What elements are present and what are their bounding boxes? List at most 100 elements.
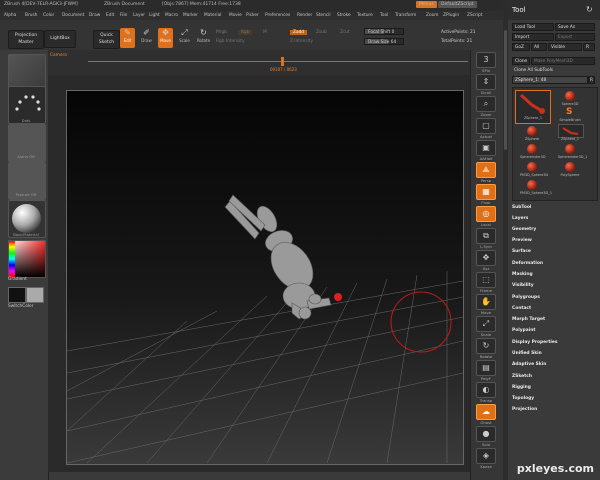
rotate-button[interactable]: ↻ Rotate — [196, 28, 211, 48]
menu-item-alpha[interactable]: Alpha — [4, 13, 16, 18]
menu-item-transform[interactable]: Transform — [395, 13, 416, 18]
shelf-button-rotate[interactable]: ↻ Rotate — [474, 338, 498, 360]
shelf-button-lsym[interactable]: ⧉ L.Sym — [474, 228, 498, 250]
timeline[interactable]: Camera 00107 / 0623 — [48, 50, 470, 75]
shelf-button-frame[interactable]: ⬚ Frame — [474, 272, 498, 294]
tool-item-zsphere-1-large[interactable]: ZSphere_1 — [515, 90, 551, 124]
menu-item-stencil[interactable]: Stencil — [316, 13, 331, 18]
section-subtool[interactable]: SubTool — [512, 205, 531, 210]
menu-item-movie[interactable]: Movie — [229, 13, 242, 18]
section-contact[interactable]: Contact — [512, 306, 531, 311]
timeline-marker[interactable] — [281, 57, 284, 66]
shelf-button-aahalf[interactable]: ▣ AAHalf — [474, 140, 498, 162]
section-surface[interactable]: Surface — [512, 249, 531, 254]
menu-item-material[interactable]: Material — [204, 13, 221, 18]
load-tool-button[interactable]: Load Tool — [512, 23, 554, 31]
m-toggle[interactable]: M — [263, 30, 267, 35]
shelf-button-xyz[interactable]: ✥ Xyz — [474, 250, 498, 272]
menu-item-zscript[interactable]: ZScript — [467, 13, 482, 18]
zadd-toggle[interactable]: Zadd — [290, 30, 308, 35]
menu-item-texture[interactable]: Texture — [357, 13, 373, 18]
refresh-icon[interactable]: ↻ — [586, 5, 593, 14]
menu-item-zoom[interactable]: Zoom — [426, 13, 438, 18]
tool-item-pm3d-sphere3d-1[interactable] — [527, 180, 537, 190]
mrgb-toggle[interactable]: Mrgb — [216, 30, 227, 35]
menu-item-edit[interactable]: Edit — [106, 13, 114, 18]
clone-button[interactable]: Clone — [512, 57, 530, 65]
move-button[interactable]: ✥ Move — [158, 28, 173, 48]
timeline-track[interactable] — [88, 61, 468, 62]
r-button[interactable]: R — [583, 43, 595, 51]
zsub-toggle[interactable]: Zsub — [316, 30, 327, 35]
tool-item-pm3d-sphere3d[interactable] — [527, 162, 537, 172]
rgb-intensity-slider[interactable]: Rgb Intensity — [216, 39, 245, 44]
main-color-swatch[interactable] — [8, 287, 26, 303]
shelf-button-xpose[interactable]: ◈ Xpose — [474, 448, 498, 470]
shelf-button-solo[interactable]: ● Solo — [474, 426, 498, 448]
menu-item-stroke[interactable]: Stroke — [337, 13, 351, 18]
tool-item-zsphere-1-small[interactable] — [558, 124, 584, 138]
shelf-button-transp[interactable]: ◐ Transp — [474, 382, 498, 404]
quick-sketch-button[interactable]: Quick Sketch — [93, 30, 120, 49]
import-button[interactable]: Import — [512, 33, 554, 41]
all-button[interactable]: All — [531, 43, 547, 51]
menu-item-zplugin[interactable]: ZPlugin — [443, 13, 459, 18]
menu-item-document[interactable]: Document — [62, 13, 84, 18]
clone-all-subtools-button[interactable]: Clone All SubTools — [512, 67, 595, 75]
menu-item-render[interactable]: Render — [297, 13, 312, 18]
section-rigging[interactable]: Rigging — [512, 385, 531, 390]
gradient-label[interactable]: Gradient — [8, 277, 27, 282]
shelf-button-move[interactable]: ✋ Move — [474, 294, 498, 316]
section-layers[interactable]: Layers — [512, 216, 528, 221]
section-unified-skin[interactable]: Unified Skin — [512, 351, 542, 356]
focal-shift-slider[interactable]: Focal Shift 0 — [364, 28, 404, 35]
tool-r-button[interactable]: R — [588, 76, 595, 84]
menu-item-light[interactable]: Light — [149, 13, 160, 18]
menu-item-macro[interactable]: Macro — [165, 13, 178, 18]
shelf-button-ghost[interactable]: ☁ Ghost — [474, 404, 498, 426]
goz-button[interactable]: GoZ — [512, 43, 530, 51]
menu-item-tool[interactable]: Tool — [380, 13, 388, 18]
tool-item-sphereinder3d-1[interactable] — [565, 144, 575, 154]
section-zsketch[interactable]: ZSketch — [512, 374, 532, 379]
visible-button[interactable]: Visible — [548, 43, 582, 51]
section-polygroups[interactable]: Polygroups — [512, 295, 540, 300]
section-projection[interactable]: Projection — [512, 407, 537, 412]
export-button[interactable]: Export — [555, 33, 595, 41]
section-masking[interactable]: Masking — [512, 272, 533, 277]
switch-color-button[interactable]: SwitchColor — [8, 304, 33, 309]
tool-item-sphereinder3d[interactable] — [527, 144, 537, 154]
shelf-button-floor[interactable]: ▦ Floor — [474, 184, 498, 206]
edit-button[interactable]: ✎ Edit — [120, 28, 135, 48]
menu-item-preferences[interactable]: Preferences — [265, 13, 290, 18]
projection-master-button[interactable]: Projection Master — [8, 30, 44, 49]
section-polypaint[interactable]: Polypaint — [512, 328, 535, 333]
current-tool-slider[interactable]: ZSphere_1: 48 — [512, 76, 588, 84]
menu-item-marker[interactable]: Marker — [183, 13, 198, 18]
shelf-button-zoom[interactable]: ⌕ Zoom — [474, 96, 498, 118]
menu-item-picker[interactable]: Picker — [246, 13, 259, 18]
menu-item-color[interactable]: Color — [43, 13, 54, 18]
shelf-button-scale[interactable]: ⤢ Scale — [474, 316, 498, 338]
simplebrush-icon[interactable]: S — [566, 107, 572, 117]
shelf-button-actual[interactable]: ▢ Actual — [474, 118, 498, 140]
scale-button[interactable]: ⤢ Scale — [177, 28, 192, 48]
save-as-button[interactable]: Save As — [555, 23, 595, 31]
lightbox-button[interactable]: LightBox — [44, 30, 76, 48]
menus-button[interactable]: Menus — [416, 1, 437, 8]
menu-item-draw[interactable]: Draw — [89, 13, 100, 18]
menu-item-layer[interactable]: Layer — [133, 13, 145, 18]
z-intensity-slider[interactable]: Z Intensity — [290, 39, 313, 44]
document-canvas[interactable] — [66, 90, 464, 465]
tool-item-polysphere[interactable] — [565, 162, 575, 172]
section-deformation[interactable]: Deformation — [512, 261, 543, 266]
make-polymesh-button[interactable]: Make PolyMesh3D — [531, 57, 595, 65]
shelf-button-spix[interactable]: 3 SPix — [474, 52, 498, 74]
tool-item-sphere3d[interactable] — [565, 91, 575, 101]
section-adaptive-skin[interactable]: Adaptive Skin — [512, 362, 546, 367]
shelf-button-local[interactable]: ◎ Local — [474, 206, 498, 228]
shelf-button-persp[interactable]: ⟁ Persp — [474, 162, 498, 184]
zcut-toggle[interactable]: Zcut — [340, 30, 350, 35]
secondary-color-swatch[interactable] — [26, 287, 44, 303]
tool-item-zsphere[interactable] — [527, 126, 537, 136]
